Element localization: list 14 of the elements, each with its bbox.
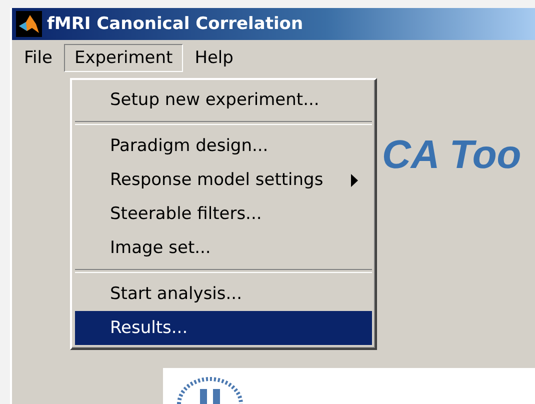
menu-entry[interactable]: Start analysis... xyxy=(75,277,372,311)
menu-item[interactable]: Help xyxy=(184,44,244,72)
window-title: fMRI Canonical Correlation xyxy=(47,14,304,34)
banner-heading: CA Too xyxy=(382,133,522,178)
app-icon xyxy=(16,11,42,37)
university-seal-logo-drawing xyxy=(177,377,243,404)
menu-entry[interactable]: Image set... xyxy=(75,231,372,265)
menu-entry[interactable]: Setup new experiment... xyxy=(75,83,372,117)
menu-entry[interactable]: Results... xyxy=(75,311,372,345)
menu-item[interactable]: Experiment xyxy=(64,44,183,72)
menu-entry[interactable]: Response model settings xyxy=(75,163,372,197)
menu-entry[interactable]: Paradigm design... xyxy=(75,129,372,163)
menu-entry[interactable]: Steerable filters... xyxy=(75,197,372,231)
menu-item[interactable]: File xyxy=(14,44,62,72)
